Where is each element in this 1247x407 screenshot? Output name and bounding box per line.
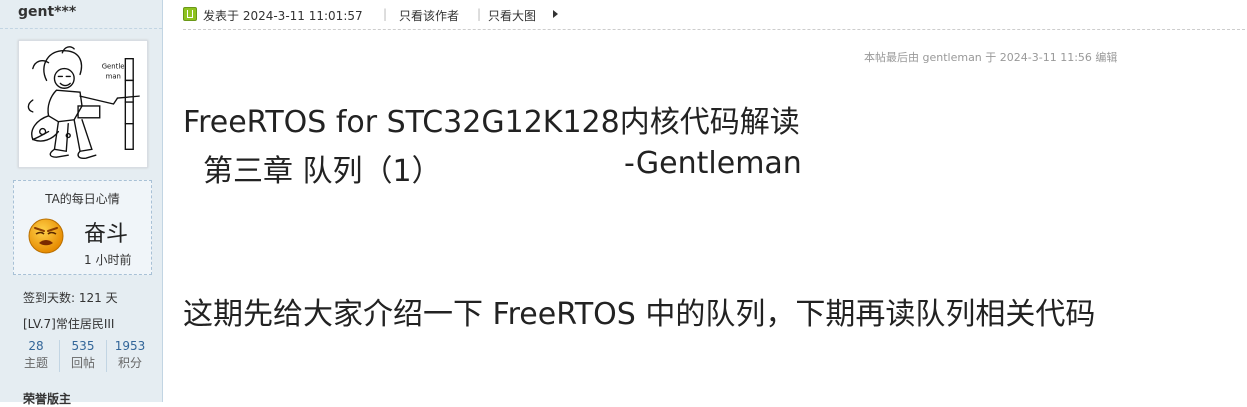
online-status-icon — [183, 7, 197, 21]
stat-replies-label: 回帖 — [70, 356, 95, 370]
stat-threads-value[interactable]: 28 — [13, 338, 59, 354]
avatar-sketch: Gentle man — [27, 46, 140, 159]
avatar-text-2: man — [106, 72, 121, 80]
post-author-tag: -Gentleman — [624, 146, 802, 181]
user-stats: 28 主题 535 回帖 1953 积分 — [13, 338, 153, 374]
big-image-link[interactable]: 只看大图 — [488, 7, 536, 24]
author-username[interactable]: gent*** — [18, 4, 76, 20]
post-time: 发表于 2024-3-11 11:01:57 — [203, 9, 363, 23]
stat-threads-label: 主题 — [23, 356, 48, 370]
avatar-text-1: Gentle — [102, 63, 125, 71]
arrow-right-icon[interactable] — [553, 10, 558, 18]
post-title: FreeRTOS for STC32G12K128内核代码解读 — [183, 105, 800, 140]
meta-separator: | — [383, 7, 388, 21]
post-intro: 这期先给大家介绍一下 FreeRTOS 中的队列，下期再读队列相关代码 — [183, 297, 1096, 332]
edit-note: 本帖最后由 gentleman 于 2024-3-11 11:56 编辑 — [864, 51, 1118, 64]
stat-points[interactable]: 1953 积分 — [107, 338, 153, 374]
mood-time: 1 小时前 — [84, 253, 132, 267]
stat-replies[interactable]: 535 回帖 — [60, 338, 106, 374]
honor-title: 荣誉版主 — [23, 392, 72, 406]
stat-points-value[interactable]: 1953 — [107, 338, 153, 354]
stat-points-label: 积分 — [117, 356, 142, 370]
avatar[interactable]: Gentle man — [18, 40, 148, 168]
daily-mood-box: TA的每日心情 奋斗 1 小时前 — [13, 180, 152, 275]
post-chapter: 第三章 队列（1） — [203, 154, 442, 189]
author-sidebar: gent*** Gentle man TA的每日心情 奋斗 1 小时前 签到天数… — [0, 0, 163, 406]
mood-status: 奋斗 — [84, 222, 129, 247]
only-author-link[interactable]: 只看该作者 — [399, 7, 459, 24]
signin-days: 签到天数: 121 天 — [23, 291, 118, 305]
mood-face-icon — [28, 218, 64, 254]
meta-separator: | — [477, 7, 482, 21]
post-header-divider — [183, 29, 1245, 30]
user-level[interactable]: [LV.7]常住居民III — [23, 315, 114, 332]
stat-replies-value[interactable]: 535 — [60, 338, 106, 354]
stat-threads[interactable]: 28 主题 — [13, 338, 59, 374]
sidebar-divider — [0, 28, 162, 29]
mood-title: TA的每日心情 — [45, 192, 120, 206]
